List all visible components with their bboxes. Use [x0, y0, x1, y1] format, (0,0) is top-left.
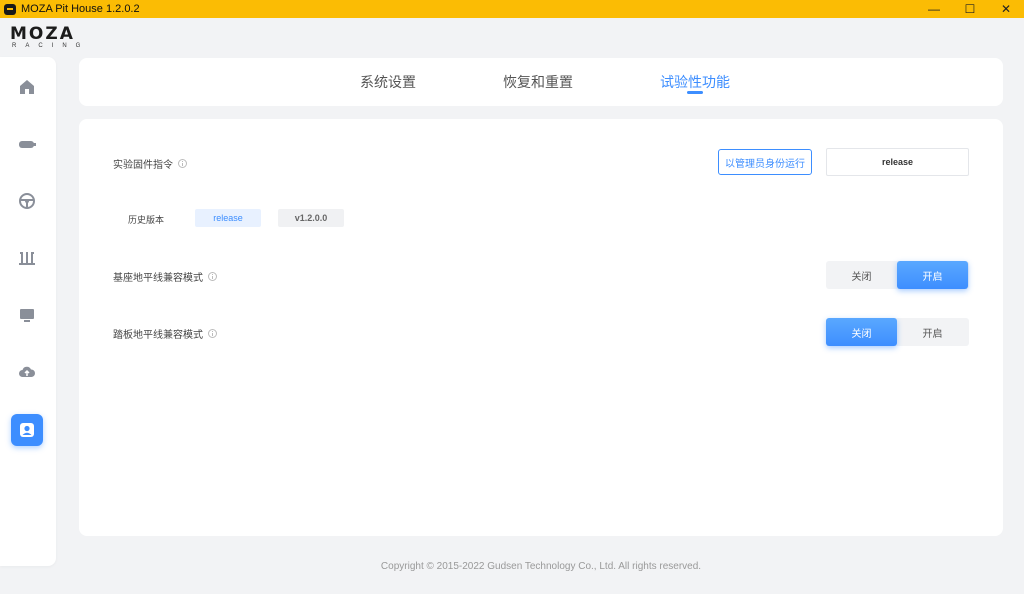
history-versions-label: 历史版本	[128, 215, 165, 225]
pedal-horizon-text: 踏板地平线兼容模式	[113, 330, 203, 341]
firmware-command-text: 实验固件指令	[113, 160, 173, 171]
moza-racing-logo: MOZA RACING	[10, 26, 98, 50]
sidebar-item-cloud[interactable]	[11, 356, 43, 388]
pedal-horizon-off-option[interactable]: 关闭	[826, 318, 897, 346]
window-title: MOZA Pit House 1.2.0.2	[21, 3, 140, 15]
pedal-horizon-toggle: 关闭 开启	[826, 318, 969, 346]
logo-main-text: MOZA	[10, 24, 75, 44]
sidebar-item-dashboard[interactable]	[11, 299, 43, 331]
pedal-horizon-label: 踏板地平线兼容模式	[113, 326, 217, 341]
user-icon	[20, 423, 34, 437]
tab-restore-reset[interactable]: 恢复和重置	[503, 72, 573, 92]
cloud-upload-icon	[19, 366, 36, 377]
close-button[interactable]: ✕	[988, 0, 1024, 18]
app-logo-icon	[4, 3, 16, 15]
info-icon[interactable]	[178, 159, 187, 168]
sidebar-item-pedals[interactable]	[11, 242, 43, 274]
sidebar-item-wheelbase[interactable]	[11, 128, 43, 160]
version-chip-v1200[interactable]: v1.2.0.0	[278, 209, 344, 227]
base-horizon-toggle: 关闭 开启	[826, 261, 969, 289]
firmware-channel-field[interactable]: release	[826, 148, 969, 176]
maximize-button[interactable]: ☐	[952, 0, 988, 18]
base-horizon-off-option[interactable]: 关闭	[826, 261, 897, 289]
sidebar-item-steering-wheel[interactable]	[11, 185, 43, 217]
minimize-button[interactable]: —	[916, 0, 952, 18]
pedals-icon	[19, 252, 35, 265]
pedal-horizon-on-option[interactable]: 开启	[897, 318, 968, 346]
title-bar: MOZA Pit House 1.2.0.2 — ☐ ✕	[0, 0, 1024, 18]
window-controls: — ☐ ✕	[916, 0, 1024, 18]
home-icon	[20, 80, 34, 94]
copyright-footer: Copyright © 2015-2022 Gudsen Technology …	[380, 561, 702, 572]
dashboard-icon	[20, 309, 34, 322]
sidebar-item-home[interactable]	[11, 71, 43, 103]
base-horizon-on-option[interactable]: 开启	[897, 261, 968, 289]
tabs-bar: 系统设置 恢复和重置 试验性功能	[79, 58, 1003, 106]
wheelbase-icon	[19, 141, 36, 148]
info-icon[interactable]	[208, 272, 217, 281]
logo-sub-text: RACING	[12, 43, 90, 49]
sidebar-item-user[interactable]	[11, 414, 43, 446]
steering-wheel-icon	[19, 193, 35, 209]
firmware-command-label: 实验固件指令	[113, 156, 187, 171]
base-horizon-label: 基座地平线兼容模式	[113, 269, 217, 284]
sidebar	[0, 57, 56, 566]
info-icon[interactable]	[208, 329, 217, 338]
active-tab-indicator	[687, 91, 703, 94]
version-chip-release[interactable]: release	[195, 209, 261, 227]
tab-experimental[interactable]: 试验性功能	[660, 72, 730, 92]
tab-system-settings[interactable]: 系统设置	[360, 72, 416, 92]
run-as-admin-button[interactable]: 以管理员身份运行	[718, 149, 812, 175]
base-horizon-text: 基座地平线兼容模式	[113, 273, 203, 284]
